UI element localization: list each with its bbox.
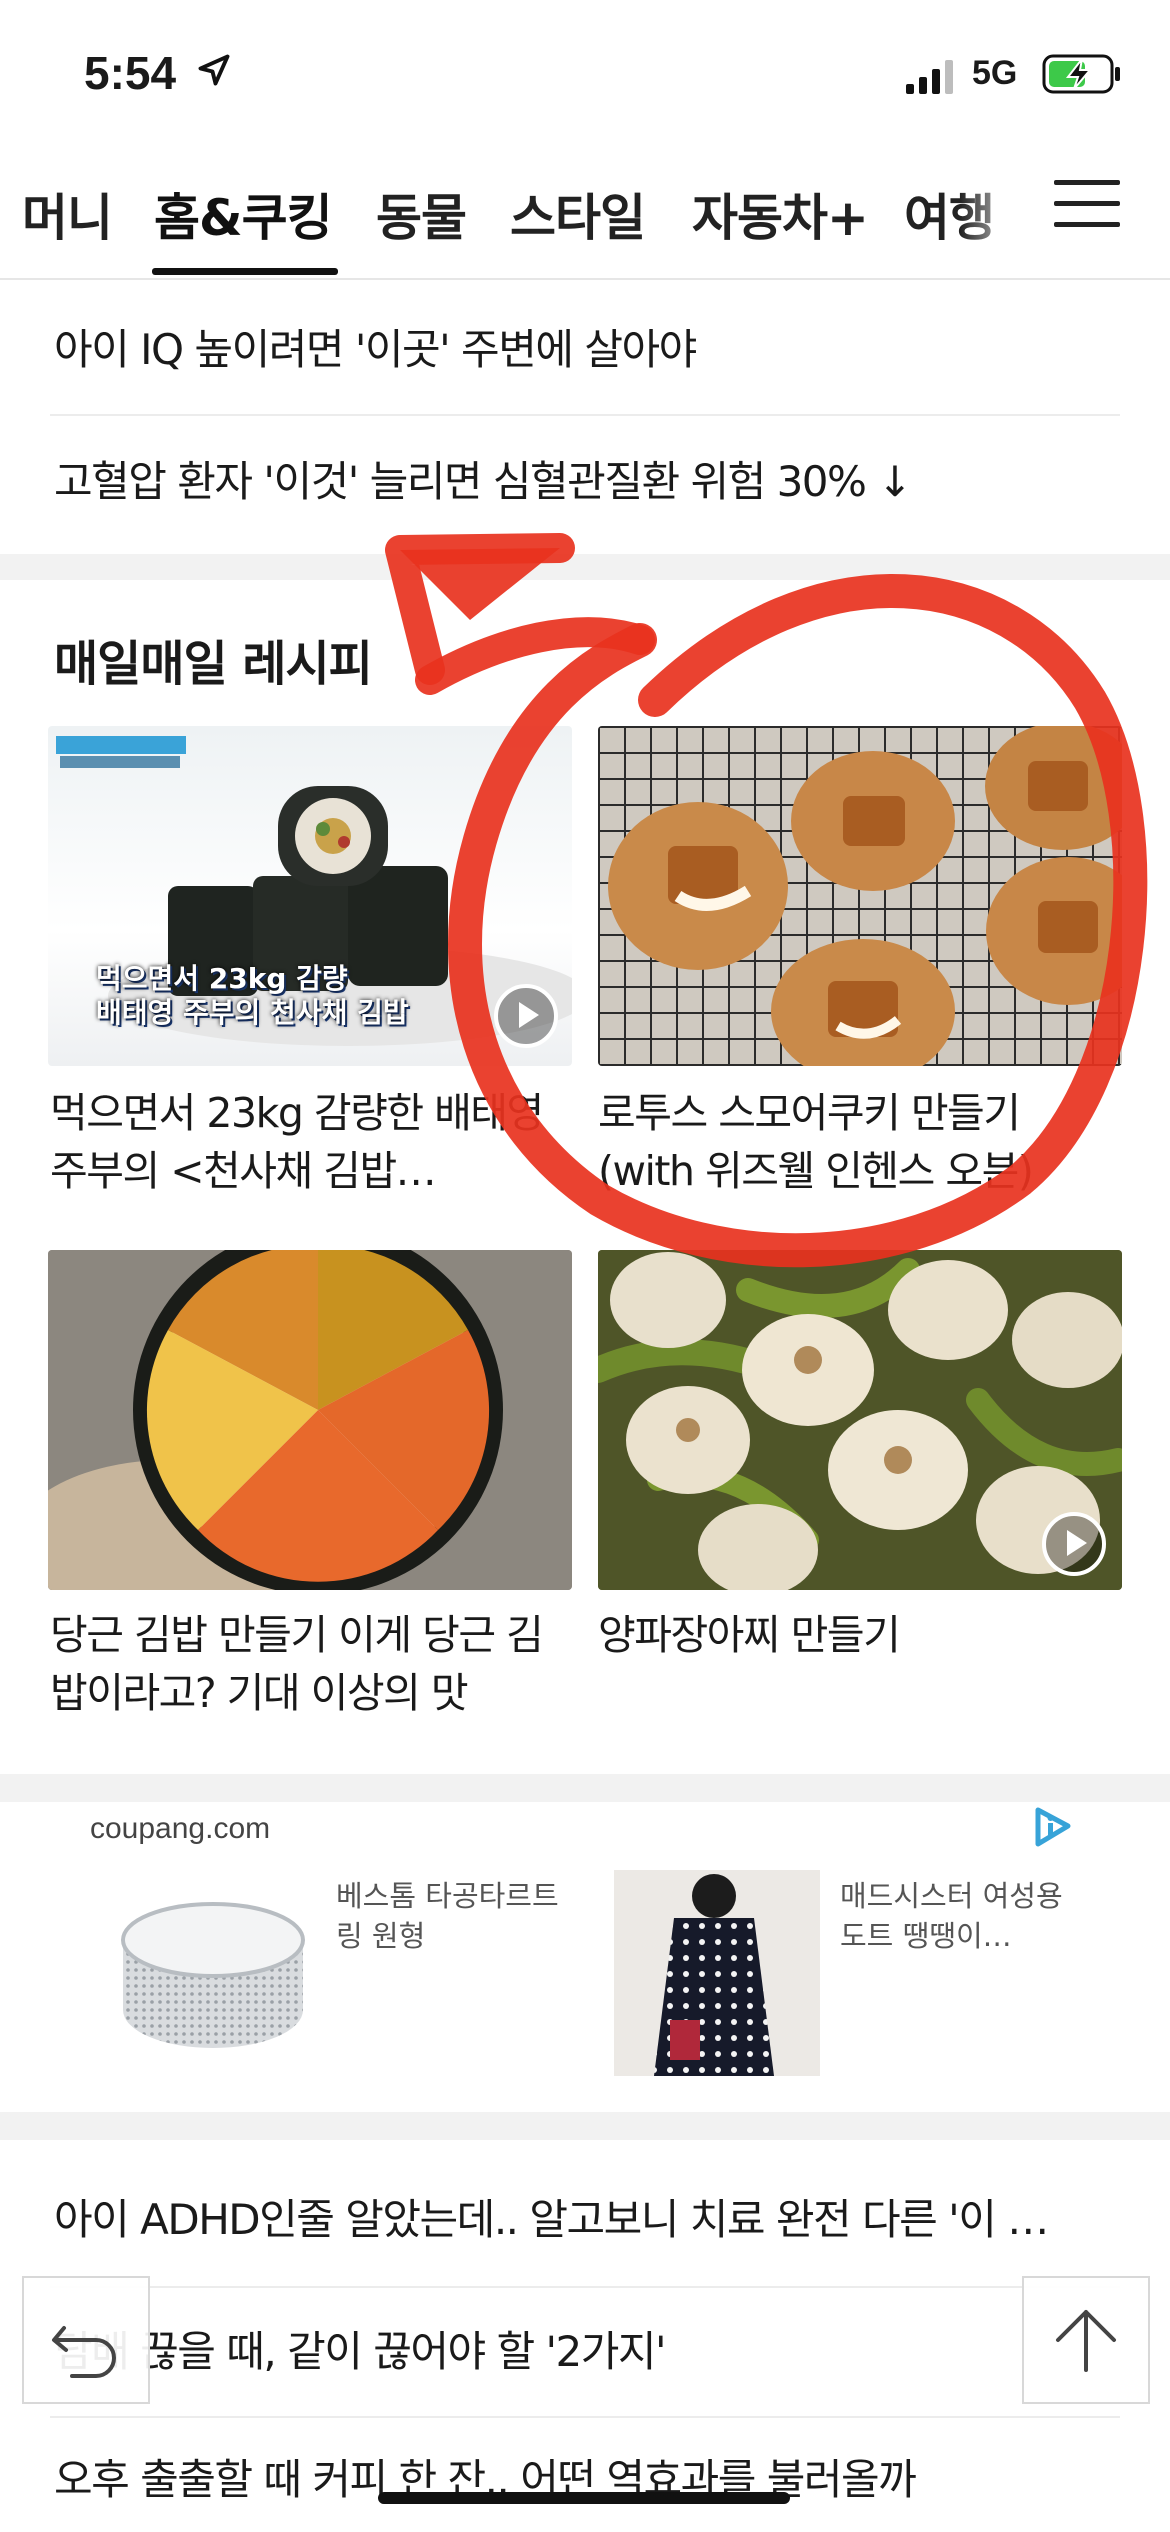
divider xyxy=(50,414,1120,416)
home-indicator xyxy=(378,2492,790,2504)
recipe-caption[interactable]: 양파장아찌 만들기 xyxy=(598,1606,1122,1664)
active-tab-indicator xyxy=(152,268,338,275)
recipe-caption[interactable]: 로투스 스모어쿠키 만들기 (with 위즈웰 인헨스 오븐) xyxy=(598,1084,1122,1200)
tab-animals[interactable]: 동물 xyxy=(376,178,467,250)
tab-style[interactable]: 스타일 xyxy=(510,178,646,250)
cookies-image xyxy=(598,726,1122,1066)
tab-money[interactable]: 머니 xyxy=(22,178,113,250)
battery-charging-icon xyxy=(1042,54,1120,94)
tart-ring-image xyxy=(121,1902,305,2048)
recipe-thumbnail[interactable]: 먹으면서 23kg 감량 배태영 주부의 천사채 김밥 xyxy=(48,726,572,1066)
ad-source[interactable]: coupang.com xyxy=(90,1812,270,1846)
status-bar: 5:54 5G xyxy=(0,0,1170,150)
play-video-icon[interactable] xyxy=(1042,1512,1106,1576)
play-video-icon[interactable] xyxy=(494,984,558,1048)
headline-item[interactable]: 아이 ADHD인줄 알았는데.. 알고보니 치료 완전 다른 '이 … xyxy=(54,2186,1134,2247)
section-divider xyxy=(0,2112,1170,2140)
recipe-thumbnail[interactable] xyxy=(598,1250,1122,1590)
tab-home-cooking[interactable]: 홈&쿠킹 xyxy=(154,178,333,250)
divider xyxy=(50,2286,1120,2288)
status-time: 5:54 xyxy=(84,47,177,99)
recipe-thumbnail[interactable] xyxy=(48,1250,572,1590)
ad-product-image[interactable] xyxy=(614,1870,820,2076)
divider xyxy=(50,2416,1120,2418)
arrow-up-icon xyxy=(1056,2310,1116,2372)
tab-fade xyxy=(960,160,1030,270)
menu-icon[interactable] xyxy=(1054,180,1120,232)
ad-product-title[interactable]: 베스톰 타공타르트링 원형 xyxy=(336,1876,566,1956)
recipe-thumbnail[interactable] xyxy=(598,726,1122,1066)
scroll-to-top-button[interactable] xyxy=(1022,2276,1150,2404)
cellular-signal-icon xyxy=(906,60,953,94)
network-type: 5G xyxy=(972,54,1018,92)
dot-dress-image xyxy=(614,1870,820,2076)
ad-product-title[interactable]: 매드시스터 여성용 도트 땡땡이… xyxy=(840,1876,1070,1956)
thumbnail-overlay-text: 먹으면서 23kg 감량 배태영 주부의 천사채 김밥 xyxy=(96,962,409,1029)
section-divider xyxy=(0,554,1170,580)
headline-item[interactable]: 아이 IQ 높이려면 '이곳' 주변에 살아야 xyxy=(54,316,1134,377)
category-tabs: 머니 홈&쿠킹 동물 스타일 자동차+ 여행 xyxy=(0,160,1170,280)
section-divider xyxy=(0,1774,1170,1802)
location-arrow-icon xyxy=(198,54,230,86)
headline-item[interactable]: 고혈압 환자 '이것' 늘리면 심혈관질환 위험 30% ↓ xyxy=(54,448,1134,509)
back-button[interactable] xyxy=(22,2276,150,2404)
section-title-recipes: 매일매일 레시피 xyxy=(54,636,373,692)
ad-product-image[interactable] xyxy=(108,1870,318,2070)
undo-arrow-icon xyxy=(52,2326,116,2378)
headline-item[interactable]: 담배 끊을 때, 같이 끊어야 할 '2가지' xyxy=(54,2318,1134,2379)
recipe-caption[interactable]: 당근 김밥 만들기 이게 당근 김밥이라고? 기대 이상의 맛 xyxy=(50,1606,574,1722)
recipe-caption[interactable]: 먹으면서 23kg 감량한 배태영 주부의 <천사채 김밥… xyxy=(50,1084,574,1200)
ad-choices-icon[interactable] xyxy=(1030,1804,1076,1850)
carrot-kimbap-image xyxy=(48,1250,572,1590)
tab-cars[interactable]: 자동차+ xyxy=(692,178,869,250)
